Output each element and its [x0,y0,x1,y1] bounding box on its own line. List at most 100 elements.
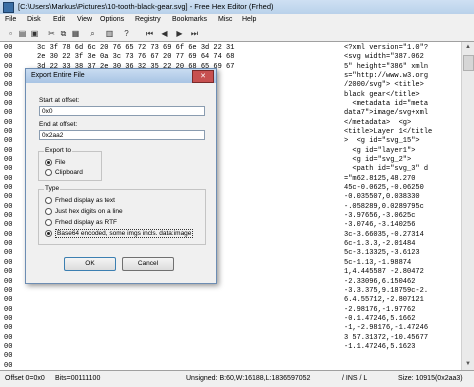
row-chars[interactable]: 6c-1.3.3,-2.01484 [344,240,415,249]
hex-row[interactable]: 00 2e 30 22 3f 3e 0a 3c 73 76 67 20 77 69… [0,53,474,62]
row-chars[interactable]: -2.33096,6.150462 [344,278,415,287]
row-chars[interactable]: -1.1.47246,5.1623 [344,343,415,352]
row-chars[interactable]: data7">image/svg+xml [344,109,428,118]
scroll-thumb[interactable] [463,55,474,71]
row-chars[interactable]: -0.035507,0.038330 [344,193,420,202]
row-chars[interactable]: -2.98176,-1.97762 [344,306,415,315]
row-offset: 00 [4,137,13,146]
copy-icon[interactable]: ⧉ [59,29,68,38]
menu-options[interactable]: Options [100,16,124,23]
menu-edit[interactable]: Edit [53,16,65,23]
row-chars[interactable]: -.058289,0.0289795c [344,203,424,212]
status-bits: Bits=00111100 [55,375,101,382]
row-offset: 00 [4,174,13,183]
scroll-down-icon[interactable]: ▼ [462,359,474,370]
properties-icon[interactable]: ▥ [105,29,114,38]
row-offset: 00 [4,184,13,193]
row-chars[interactable]: -3.3.375,9.18759c-2. [344,287,428,296]
hex-row[interactable]: 00 -3.3.375,9.18759c-2. [0,287,474,296]
status-size: Size: 10915(0x2aa3) [398,375,463,382]
row-offset: 00 [4,146,13,155]
row-chars[interactable]: 5c-3.13325,-3.6123 [344,249,420,258]
scroll-up-icon[interactable]: ▲ [462,42,474,53]
type-base64-radio[interactable]: Base64 encoded, some imgs incls. data:im… [45,229,194,238]
row-chars[interactable]: 5" height="386" xmln [344,63,428,72]
row-chars[interactable]: <title>Layer 1</title [344,128,432,137]
row-chars[interactable]: <?xml version="1.0"? [344,44,428,53]
next-icon[interactable]: ▶ [175,29,184,38]
status-unsigned: Unsigned: B:60,W:16188,L:1836597052 [186,375,311,382]
row-chars[interactable]: <svg width="387.062 [344,53,424,62]
close-icon[interactable]: ✕ [192,70,214,83]
menu-disk[interactable]: Disk [27,16,41,23]
end-offset-input[interactable]: 0x2aa2 [39,130,205,140]
type-rtf-radio[interactable]: Frhed display as RTF [45,219,117,226]
row-chars[interactable]: -3.0746,-3.140256 [344,221,415,230]
row-chars[interactable]: 6.4.55712,-2.807121 [344,296,424,305]
row-chars[interactable]: -0.1.47246,5.1662 [344,315,415,324]
row-chars[interactable]: 1,4.445587 -2.80472 [344,268,424,277]
menu-file[interactable]: File [5,16,16,23]
row-chars[interactable]: -3.97656,-3.0625c [344,212,415,221]
vertical-scrollbar[interactable]: ▲ ▼ [461,42,474,370]
row-offset: 00 [4,324,13,333]
export-file-radio[interactable]: File [45,159,65,166]
prev-icon[interactable]: ◀ [160,29,169,38]
hex-row[interactable]: 00 [0,352,474,361]
export-clipboard-radio[interactable]: Clipboard [45,169,83,176]
type-hex-radio[interactable]: Just hex digits on a line [45,208,123,215]
hex-row[interactable]: 00 3 57.31372,-10.45677 [0,334,474,343]
row-chars[interactable]: black gear</title> [344,91,420,100]
row-offset: 00 [4,165,13,174]
paste-icon[interactable]: ▦ [71,29,80,38]
row-hex[interactable]: 2e 30 22 3f 3e 0a 3c 73 76 67 20 77 69 6… [37,53,234,62]
first-icon[interactable]: ⏮ [145,29,154,38]
hex-row[interactable]: 00 3c 3f 78 6d 6c 20 76 65 72 73 69 6f 6e… [0,44,474,53]
ok-button[interactable]: OK [64,257,116,271]
row-chars[interactable]: /2000/svg"> <title> [344,81,424,90]
type-text-radio[interactable]: Frhed display as text [45,197,115,204]
row-offset: 00 [4,296,13,305]
row-chars[interactable]: <g id="layer1"> [344,147,415,156]
save-icon[interactable]: ▣ [30,29,39,38]
row-chars[interactable]: <metadata id="meta [344,100,428,109]
row-chars[interactable]: </metadata> <g> [344,119,411,128]
radio-selected-icon [45,159,52,166]
row-offset: 00 [4,62,13,71]
row-chars[interactable]: <path id="svg_3" d [344,165,428,174]
menu-view[interactable]: View [77,16,92,23]
row-chars[interactable]: 3c-3.66035,-0.27314 [344,231,424,240]
hex-row[interactable]: 00 -1,-2.98176,-1.47246 [0,324,474,333]
start-offset-input[interactable]: 0x0 [39,106,205,116]
row-chars[interactable]: 3 57.31372,-10.45677 [344,334,428,343]
hex-row[interactable]: 00 6.4.55712,-2.807121 [0,296,474,305]
row-chars[interactable]: 5c-1.13,-1.98874 [344,259,411,268]
row-chars[interactable]: > <g id="svg_15"> [344,137,420,146]
menu-misc[interactable]: Misc [218,16,232,23]
help-icon[interactable]: ? [122,29,131,38]
status-offset: Offset 0=0x0 [5,375,45,382]
row-chars[interactable]: s="http://www.w3.org [344,72,428,81]
last-icon[interactable]: ⏭ [190,29,199,38]
row-offset: 00 [4,202,13,211]
open-icon[interactable]: ▤ [18,29,27,38]
menu-registry[interactable]: Registry [135,16,161,23]
row-hex[interactable]: 3c 3f 78 6d 6c 20 76 65 72 73 69 6f 6e 3… [37,44,234,53]
export-to-group: Export to File Clipboard [38,147,102,181]
hex-row[interactable]: 00 -0.1.47246,5.1662 [0,315,474,324]
row-chars[interactable]: 45c-0.0625,-0.06250 [344,184,424,193]
cut-icon[interactable]: ✂ [47,29,56,38]
row-chars[interactable]: <g id="svg_2"> [344,156,411,165]
new-icon[interactable]: ▫ [6,29,15,38]
cancel-button[interactable]: Cancel [122,257,174,271]
export-clipboard-label: Clipboard [55,169,83,176]
menu-help[interactable]: Help [242,16,256,23]
row-chars[interactable]: -1,-2.98176,-1.47246 [344,324,428,333]
row-chars[interactable]: ="m62.8125,48.270 [344,175,415,184]
row-offset: 00 [4,118,13,127]
dialog-title-bar: Export Entire File ✕ [26,69,216,83]
menu-bookmarks[interactable]: Bookmarks [172,16,207,23]
hex-row[interactable]: 00 -1.1.47246,5.1623 [0,343,474,352]
hex-row[interactable]: 00 -2.98176,-1.97762 [0,306,474,315]
find-icon[interactable]: ⌕ [88,29,97,38]
